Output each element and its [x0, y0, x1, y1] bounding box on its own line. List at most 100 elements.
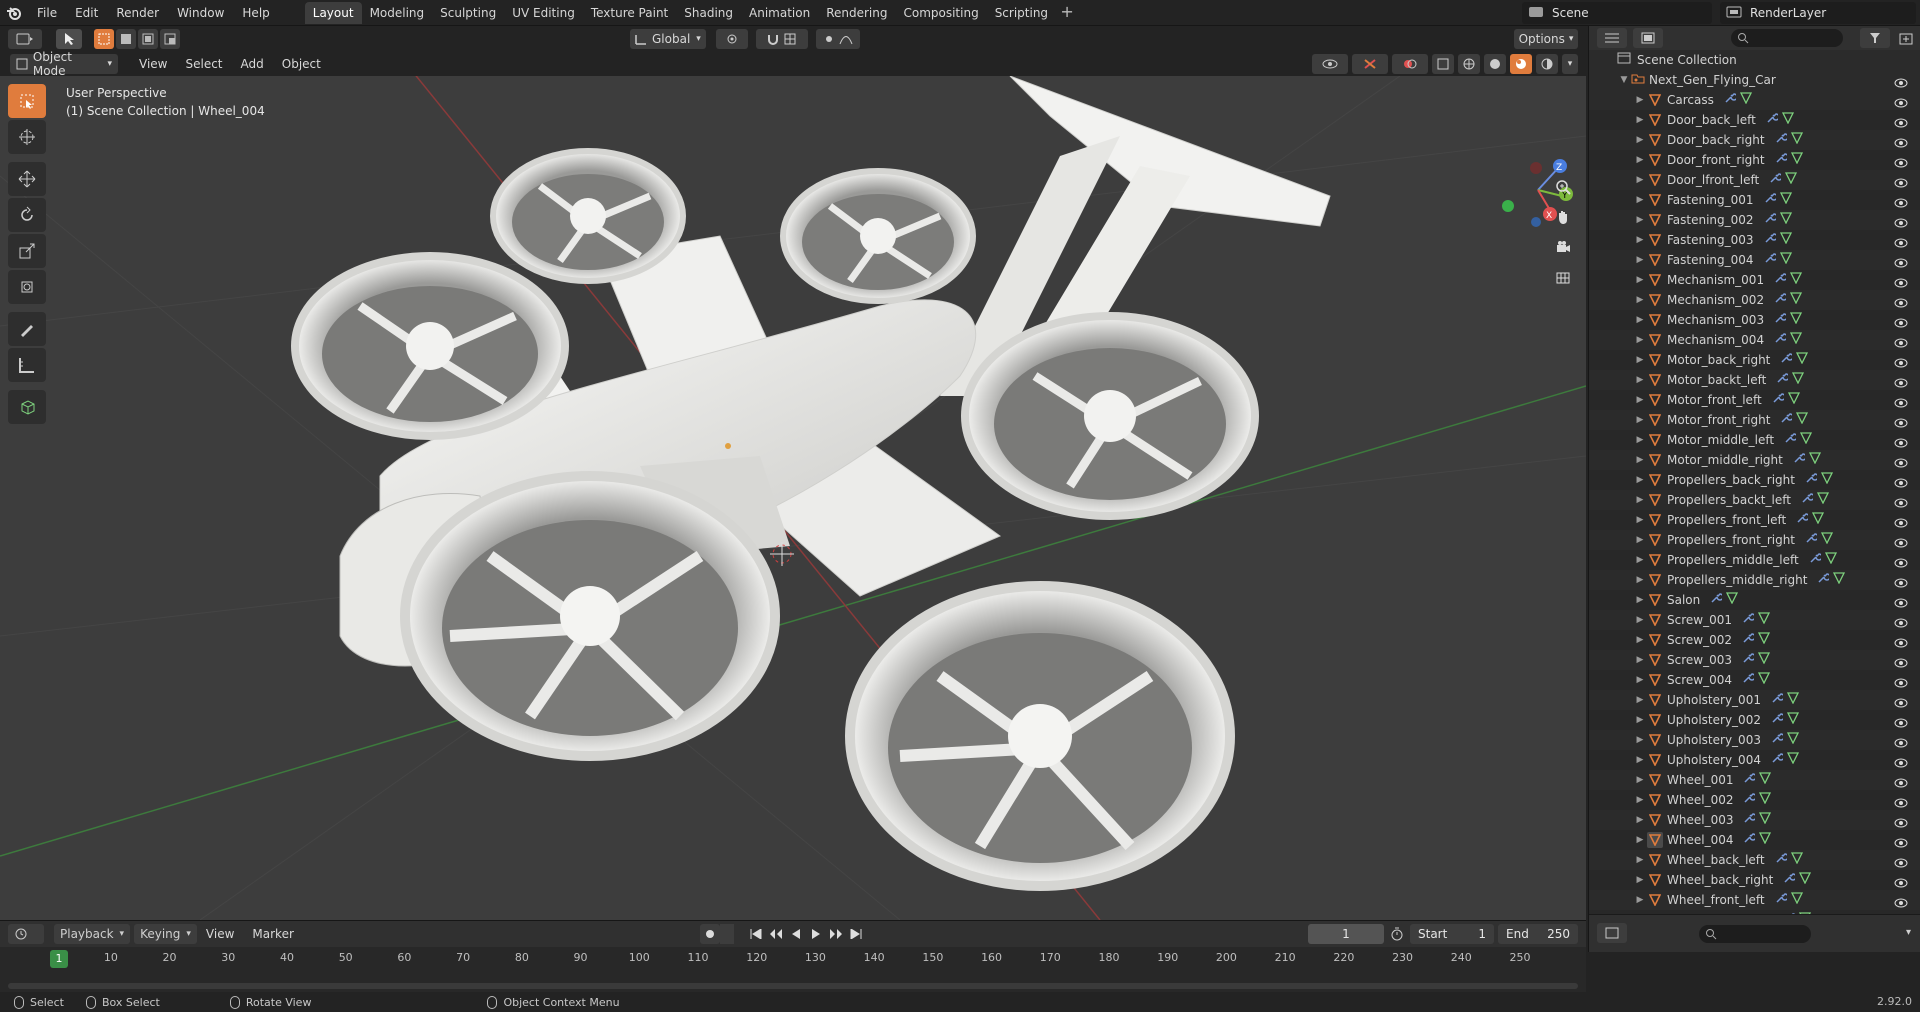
cursor-tool[interactable] [8, 120, 46, 154]
outliner-object-row[interactable]: ▶ Motor_front_left [1589, 390, 1920, 410]
outliner-object-row[interactable]: ▶ Mechanism_002 [1589, 290, 1920, 310]
mesh-data-icon[interactable] [1816, 490, 1829, 510]
expand-arrow-icon[interactable]: ▶ [1633, 770, 1647, 790]
modifier-wrench-icon[interactable] [1742, 670, 1756, 690]
outliner-object-row[interactable]: ▶ Door_lfront_left [1589, 170, 1920, 190]
menu-render[interactable]: Render [107, 2, 168, 24]
outliner-object-row[interactable]: ▶ Upholstery_002 [1589, 710, 1920, 730]
mesh-data-icon[interactable] [1759, 770, 1772, 790]
outliner-object-row[interactable]: ▶ Fastening_004 [1589, 250, 1920, 270]
outliner-object-row[interactable]: ▶ Fastening_003 [1589, 230, 1920, 250]
expand-arrow-icon[interactable]: ▶ [1633, 330, 1647, 350]
expand-arrow-icon[interactable]: ▶ [1633, 810, 1647, 830]
tab-animation[interactable]: Animation [741, 2, 818, 24]
chevron-down-icon[interactable]: ▾ [1906, 927, 1911, 938]
mesh-data-icon[interactable] [1779, 230, 1792, 250]
overlays-dropdown[interactable] [1392, 54, 1428, 74]
modifier-wrench-icon[interactable] [1766, 110, 1780, 130]
play-button[interactable] [806, 924, 826, 944]
mesh-data-icon[interactable] [1820, 530, 1834, 550]
mesh-data-icon[interactable] [1796, 410, 1809, 430]
modifier-wrench-icon[interactable] [1771, 710, 1785, 730]
expand-arrow-icon[interactable]: ▶ [1633, 310, 1647, 330]
expand-arrow-icon[interactable]: ▶ [1633, 750, 1647, 770]
menu-help[interactable]: Help [233, 2, 278, 24]
rotate-tool[interactable] [8, 198, 46, 232]
shading-dropdown[interactable]: ▾ [1562, 54, 1578, 74]
outliner-object-row[interactable]: ▶ Upholstery_003 [1589, 730, 1920, 750]
snap-dropdown[interactable] [756, 29, 808, 49]
wireframe-shading-button[interactable] [1458, 54, 1480, 74]
gizmo-dropdown[interactable] [1352, 54, 1388, 74]
mesh-data-icon[interactable] [1790, 130, 1803, 150]
outliner-object-row[interactable]: ▶ Wheel_001 [1589, 770, 1920, 790]
mesh-data-icon[interactable] [1833, 570, 1846, 590]
play-reverse-button[interactable] [786, 924, 806, 944]
selection-extend-icon[interactable] [116, 29, 136, 49]
modifier-wrench-icon[interactable] [1743, 790, 1758, 810]
expand-arrow-icon[interactable]: ▶ [1633, 830, 1647, 850]
expand-arrow-icon[interactable]: ▶ [1633, 630, 1647, 650]
mesh-data-icon[interactable] [1790, 330, 1803, 350]
mesh-data-icon[interactable] [1757, 670, 1771, 690]
mesh-data-icon[interactable] [1739, 90, 1752, 110]
outliner-object-row[interactable]: ▶ Propellers_middle_right [1589, 570, 1920, 590]
visibility-dropdown[interactable] [1312, 54, 1348, 74]
material-shading-button[interactable] [1510, 54, 1532, 74]
viewport-menu-add[interactable]: Add [232, 57, 273, 71]
outliner-object-row[interactable]: ▶ Screw_004 [1589, 670, 1920, 690]
outliner-object-row[interactable]: ▶ Door_back_left [1589, 110, 1920, 130]
menu-edit[interactable]: Edit [66, 2, 107, 24]
outliner-search-input[interactable] [1731, 29, 1843, 47]
measure-tool[interactable] [8, 348, 46, 382]
modifier-wrench-icon[interactable] [1793, 450, 1807, 470]
expand-arrow-icon[interactable]: ▶ [1633, 670, 1647, 690]
modifier-wrench-icon[interactable] [1796, 510, 1810, 530]
scale-tool[interactable] [8, 234, 46, 268]
modifier-wrench-icon[interactable] [1775, 150, 1789, 170]
outliner-object-row[interactable]: ▶ Salon [1589, 590, 1920, 610]
outliner-object-row[interactable]: ▶ Mechanism_003 [1589, 310, 1920, 330]
modifier-wrench-icon[interactable] [1805, 470, 1819, 490]
annotate-tool[interactable] [8, 312, 46, 346]
outliner-object-row[interactable]: ▶ Motor_middle_right [1589, 450, 1920, 470]
keying-dropdown[interactable]: Keying ▾ [134, 924, 197, 944]
timeline-editor-type[interactable] [8, 924, 44, 944]
mesh-data-icon[interactable] [1757, 630, 1771, 650]
expand-arrow-icon[interactable]: ▶ [1633, 530, 1647, 550]
expand-arrow-icon[interactable]: ▶ [1633, 230, 1647, 250]
modifier-wrench-icon[interactable] [1771, 730, 1785, 750]
prev-keyframe-button[interactable] [766, 924, 786, 944]
outliner-object-row[interactable]: ▶ Propellers_front_right [1589, 530, 1920, 550]
outliner-object-row[interactable]: ▶ Fastening_002 [1589, 210, 1920, 230]
outliner-object-row[interactable]: ▶ Motor_middle_left [1589, 430, 1920, 450]
mesh-data-icon[interactable] [1726, 590, 1739, 610]
end-frame-field[interactable]: End 250 [1498, 924, 1578, 944]
view-layer-selector[interactable]: RenderLayer [1720, 2, 1916, 24]
outliner-object-row[interactable]: ▶ Door_back_right [1589, 130, 1920, 150]
outliner-object-row[interactable]: ▶ Motor_back_right [1589, 350, 1920, 370]
mesh-data-icon[interactable] [1779, 210, 1792, 230]
modifier-wrench-icon[interactable] [1743, 770, 1758, 790]
outliner-object-row[interactable]: ▶ Upholstery_001 [1589, 690, 1920, 710]
modifier-wrench-icon[interactable] [1805, 530, 1819, 550]
outliner-object-row[interactable]: ▶ Wheel_back_right [1589, 870, 1920, 890]
current-frame-field[interactable]: 1 [1308, 924, 1384, 944]
outliner-object-row[interactable]: ▶ Fastening_001 [1589, 190, 1920, 210]
outliner-collection-row[interactable]: ▼ Next_Gen_Flying_Car [1589, 70, 1920, 90]
auto-key-options[interactable] [720, 924, 734, 944]
selection-intersect-icon[interactable] [160, 29, 180, 49]
expand-arrow-icon[interactable]: ▶ [1633, 110, 1647, 130]
xray-toggle[interactable] [1432, 54, 1454, 74]
mesh-data-icon[interactable] [1785, 170, 1798, 190]
expand-arrow-icon[interactable]: ▶ [1633, 350, 1647, 370]
selection-new-icon[interactable] [94, 29, 114, 49]
mesh-data-icon[interactable] [1800, 430, 1813, 450]
mesh-data-icon[interactable] [1790, 290, 1803, 310]
tab-scripting[interactable]: Scripting [987, 2, 1056, 24]
modifier-wrench-icon[interactable] [1742, 650, 1756, 670]
new-collection-icon[interactable] [1898, 30, 1914, 49]
scene-selector[interactable]: Scene [1522, 2, 1712, 24]
expand-arrow-icon[interactable]: ▶ [1633, 190, 1647, 210]
modifier-wrench-icon[interactable] [1775, 130, 1789, 150]
